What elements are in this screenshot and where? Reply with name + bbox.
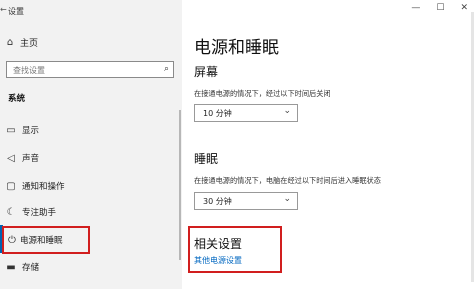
storage-icon: ▬ xyxy=(6,261,16,273)
sidebar-item-label: 显示 xyxy=(22,126,40,136)
sidebar-item-display[interactable]: ▭ 显示 xyxy=(0,119,178,141)
speaker-icon: ◁ xyxy=(7,152,15,164)
window-title: 设置 xyxy=(8,7,24,16)
sidebar-item-power-sleep[interactable]: ⏻ 电源和睡眠 xyxy=(2,226,90,254)
section-heading-system: 系统 xyxy=(8,94,26,104)
window-controls: — ☐ ✕ xyxy=(411,3,468,13)
sidebar-home[interactable]: ⌂ 主页 xyxy=(0,32,182,52)
maximize-icon[interactable]: ☐ xyxy=(436,3,444,13)
screen-timeout-value: 10 分钟 xyxy=(203,109,232,118)
sidebar-item-label: 专注助手 xyxy=(22,208,57,218)
search-icon[interactable]: ⌕ xyxy=(164,64,169,74)
home-label: 主页 xyxy=(20,38,39,49)
sidebar-item-label: 电源和睡眠 xyxy=(20,236,63,246)
home-icon: ⌂ xyxy=(6,36,14,48)
sidebar: ← 设置 ⌂ 主页 查找设置 ⌕ 系统 ▭ 显示 ◁ 声音 ▢ 通知和操作 ☾ … xyxy=(0,0,182,289)
page-title: 电源和睡眠 xyxy=(194,38,279,58)
search-input[interactable]: 查找设置 ⌕ xyxy=(6,61,174,78)
sidebar-item-label: 声音 xyxy=(22,154,40,164)
close-icon[interactable]: ✕ xyxy=(460,3,468,13)
sidebar-item-notifications[interactable]: ▢ 通知和操作 xyxy=(0,175,178,197)
chevron-down-icon: ⌄ xyxy=(283,106,291,116)
sleep-timeout-dropdown[interactable]: 30 分钟 ⌄ xyxy=(194,192,298,210)
main-panel: — ☐ ✕ 电源和睡眠 屏幕 在接通电源的情况下，经过以下时间后关闭 10 分钟… xyxy=(182,0,474,289)
screen-timeout-dropdown[interactable]: 10 分钟 ⌄ xyxy=(194,104,298,122)
monitor-icon: ▭ xyxy=(6,124,16,136)
back-arrow-icon[interactable]: ← xyxy=(0,5,8,14)
moon-icon: ☾ xyxy=(6,206,16,218)
chevron-down-icon: ⌄ xyxy=(283,194,291,204)
power-icon: ⏻ xyxy=(8,234,16,246)
minimize-icon[interactable]: — xyxy=(411,3,420,13)
additional-power-settings-link[interactable]: 其他电源设置 xyxy=(194,255,242,266)
screen-description: 在接通电源的情况下，经过以下时间后关闭 xyxy=(194,89,331,98)
sidebar-item-focus-assist[interactable]: ☾ 专注助手 xyxy=(0,201,178,223)
sidebar-item-label: 通知和操作 xyxy=(22,182,65,192)
sidebar-item-label: 存储 xyxy=(22,263,40,273)
sidebar-item-storage[interactable]: ▬ 存储 xyxy=(0,256,178,278)
search-placeholder: 查找设置 xyxy=(13,66,45,75)
sleep-heading: 睡眠 xyxy=(194,152,219,166)
screen-heading: 屏幕 xyxy=(194,65,219,79)
sidebar-item-sound[interactable]: ◁ 声音 xyxy=(0,147,178,169)
notification-icon: ▢ xyxy=(6,180,16,192)
related-settings-heading: 相关设置 xyxy=(194,237,243,251)
sidebar-scrollbar[interactable] xyxy=(179,110,181,260)
sleep-description: 在接通电源的情况下，电脑在经过以下时间后进入睡眠状态 xyxy=(194,176,381,185)
sleep-timeout-value: 30 分钟 xyxy=(203,197,232,206)
